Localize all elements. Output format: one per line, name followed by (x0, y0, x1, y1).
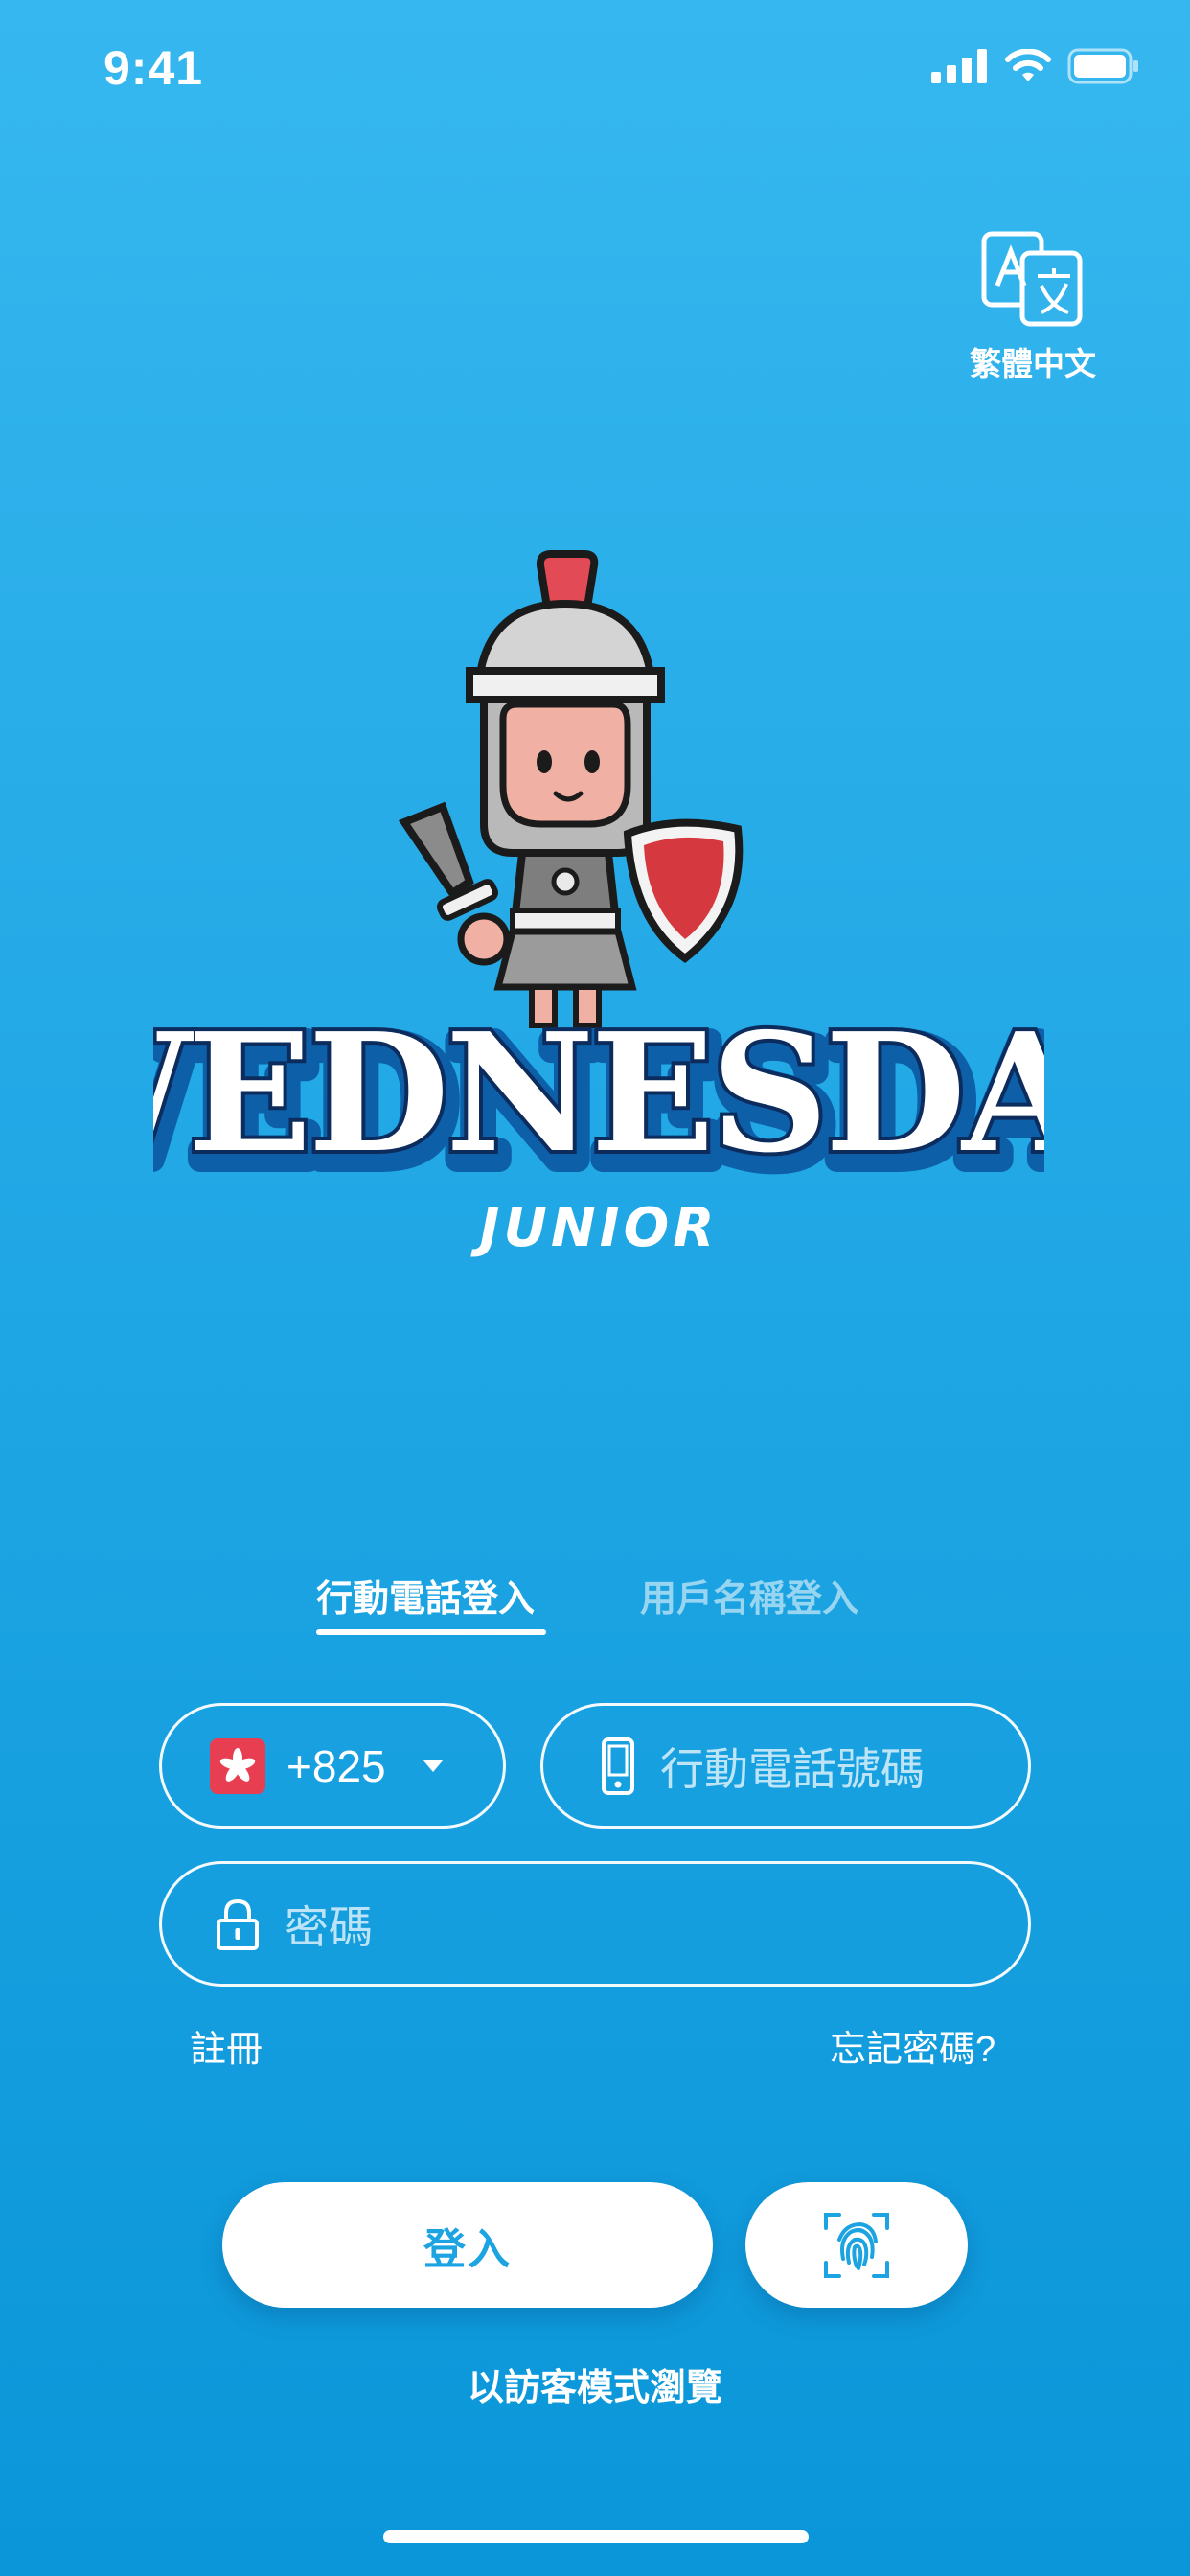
logo-title: WEDNESDAY (153, 998, 1044, 1189)
country-code-selector[interactable]: +825 (159, 1703, 506, 1828)
status-time: 9:41 (103, 41, 204, 95)
forgot-password-link[interactable]: 忘記密碼? (830, 2019, 995, 2072)
app-logo: WEDNESDAY WEDNESDAY JUNIOR (153, 550, 1044, 1259)
password-field[interactable]: 密碼 (159, 1861, 1031, 1987)
lock-icon (217, 1898, 259, 1950)
active-tab-indicator (316, 1629, 546, 1635)
hong-kong-flag-icon (210, 1737, 265, 1794)
register-link[interactable]: 註冊 (190, 2019, 263, 2072)
phone-number-field[interactable]: 行動電話號碼 (540, 1703, 1031, 1828)
login-button[interactable]: 登入 (222, 2182, 713, 2308)
biometric-login-button[interactable] (745, 2182, 968, 2308)
phone-placeholder: 行動電話號碼 (660, 1743, 925, 1794)
status-icons (931, 48, 1140, 84)
tab-username-login[interactable]: 用戶名稱登入 (640, 1569, 858, 1622)
logo-subtitle: JUNIOR (470, 1197, 719, 1259)
phone-icon (602, 1736, 634, 1795)
translate-icon (981, 231, 1083, 327)
password-placeholder: 密碼 (285, 1901, 373, 1952)
country-code: +825 (286, 1740, 386, 1791)
chevron-down-icon (422, 1759, 444, 1772)
guest-browse-link[interactable]: 以訪客模式瀏覽 (0, 2358, 1190, 2410)
home-indicator[interactable] (383, 2530, 809, 2543)
mascot-illustration (398, 550, 744, 1028)
language-label: 繁體中文 (970, 346, 1096, 381)
logo-wordmark: WEDNESDAY WEDNESDAY JUNIOR (153, 994, 1044, 1259)
tab-phone-login[interactable]: 行動電話登入 (316, 1569, 535, 1622)
wifi-icon (1005, 49, 1051, 81)
signal-icon (931, 49, 987, 83)
battery-icon (1067, 48, 1138, 84)
language-switch[interactable]: 繁體中文 (961, 230, 1105, 384)
fingerprint-icon (824, 2212, 889, 2278)
